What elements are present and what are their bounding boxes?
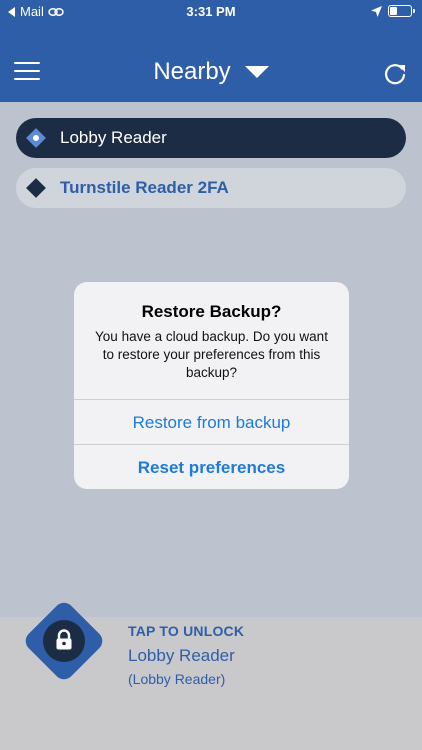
chevron-down-icon	[244, 66, 269, 78]
lock-icon	[56, 629, 72, 650]
reader-item-label: Lobby Reader	[60, 128, 167, 147]
reader-item-label: Turnstile Reader 2FA	[60, 178, 229, 197]
reader-item-turnstile[interactable]: Turnstile Reader 2FA	[16, 168, 406, 208]
battery-fill	[390, 7, 397, 15]
reset-preferences-button[interactable]: Reset preferences	[74, 444, 349, 489]
nav-bar: Nearby	[0, 24, 422, 102]
location-arrow-icon	[371, 5, 382, 17]
restore-backup-dialog: Restore Backup? You have a cloud backup.…	[74, 282, 349, 489]
nav-title: Nearby	[153, 58, 231, 85]
nav-title-dropdown[interactable]: Nearby	[0, 58, 422, 86]
unlock-reader-name: Lobby Reader	[128, 646, 235, 665]
status-bar: Mail 3:31 PM	[0, 0, 422, 24]
reader-item-lobby[interactable]: Lobby Reader	[16, 118, 406, 158]
dialog-title: Restore Backup?	[141, 302, 282, 321]
reader-selected-icon	[26, 128, 46, 148]
refresh-icon[interactable]	[382, 62, 408, 88]
restore-from-backup-button[interactable]: Restore from backup	[74, 399, 349, 444]
reader-icon	[26, 178, 46, 198]
tap-to-unlock-label[interactable]: TAP TO UNLOCK	[128, 623, 244, 639]
battery-icon	[388, 5, 415, 17]
status-time: 3:31 PM	[186, 4, 236, 19]
dialog-message: You have a cloud backup. Do you want to …	[95, 329, 328, 380]
unlock-reader-sub: (Lobby Reader)	[128, 671, 226, 687]
